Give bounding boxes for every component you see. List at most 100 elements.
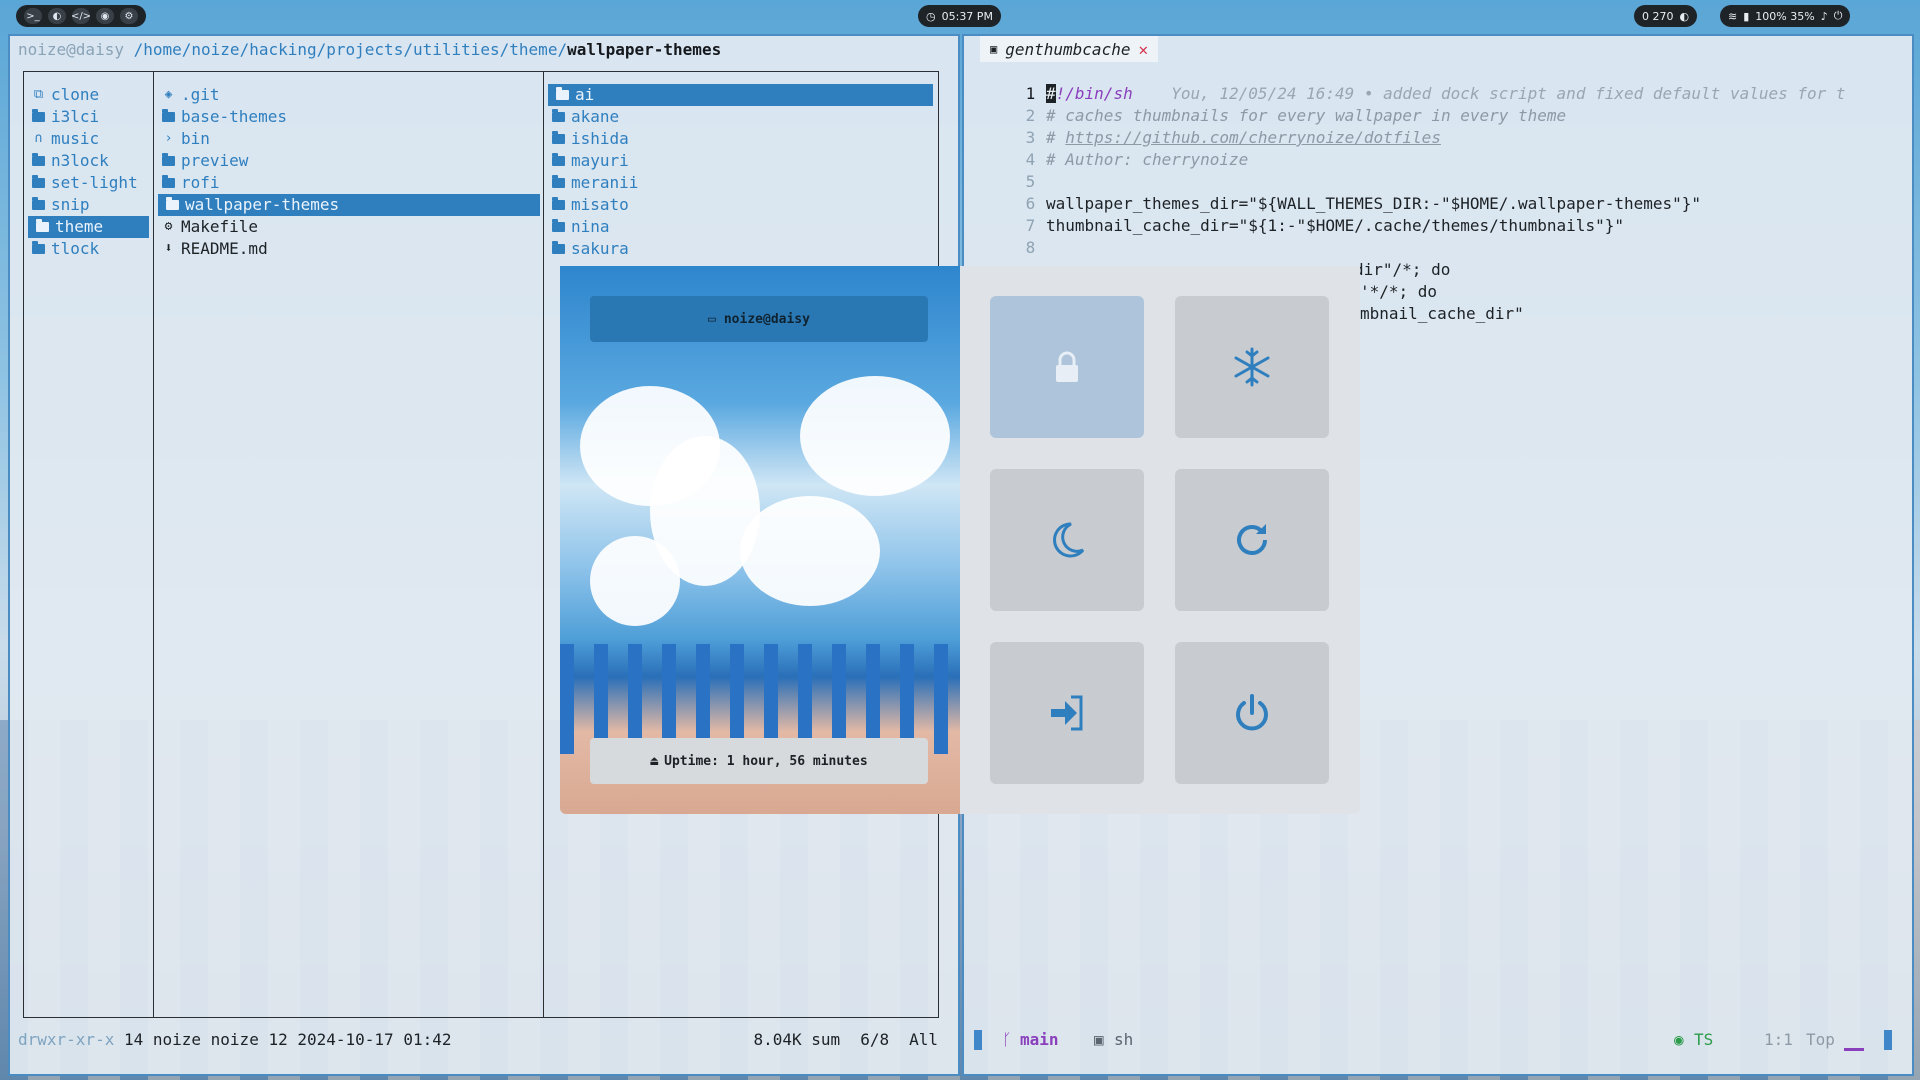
status-size: 8.04K sum <box>753 1030 841 1049</box>
folder-icon <box>552 131 565 144</box>
tab-title: genthumbcache <box>1005 39 1131 59</box>
power-menu: ▭ noize@daisy ⏏ Uptime: 1 hour, 56 minut… <box>560 266 1360 814</box>
close-icon[interactable]: ✕ <box>1138 40 1148 59</box>
code-line: dir"/*; do <box>1354 260 1451 279</box>
list-item[interactable]: ⚙ Makefile <box>154 216 544 238</box>
folder-icon <box>552 153 565 166</box>
clock-text: 05:37 PM <box>941 9 993 23</box>
folder-icon <box>32 241 45 254</box>
list-item[interactable]: ⬇ README.md <box>154 238 544 260</box>
battery-icon: ▮ <box>1743 9 1750 23</box>
line-number: 6 <box>1025 194 1036 213</box>
line-number: 8 <box>1025 238 1036 257</box>
line-number: 4 <box>1025 150 1036 169</box>
treesitter-status: TS <box>1694 1030 1714 1049</box>
list-item-selected[interactable]: theme <box>28 216 149 238</box>
list-item[interactable]: set-light <box>24 172 153 194</box>
code-line: wallpaper_themes_dir="${WALL_THEMES_DIR:… <box>1046 194 1702 213</box>
editor-statusline: ᚴ main ▣ sh ◉ TS 1:1 Top <box>974 1030 1894 1052</box>
list-item[interactable]: ∩ music <box>24 128 153 150</box>
terminal-icon[interactable]: >_ <box>24 8 42 24</box>
list-item-selected[interactable]: ai <box>548 84 933 106</box>
user-card: ▭ noize@daisy <box>590 296 928 342</box>
suspend-button[interactable] <box>990 469 1144 611</box>
folder-icon <box>162 109 175 122</box>
folder-icon <box>552 109 565 122</box>
line-number: 2 <box>1025 106 1036 125</box>
headphones-icon: ∩ <box>34 131 43 146</box>
scroll-position: Top <box>1806 1030 1835 1049</box>
list-item[interactable]: snip <box>24 194 153 216</box>
tab-genthumbcache[interactable]: ▣ genthumbcache ✕ <box>980 36 1159 62</box>
list-item[interactable]: › bin <box>154 128 544 150</box>
workspace-switcher[interactable]: >_ ◐ </> ◉ ⚙ <box>16 5 146 27</box>
chat-icon[interactable]: ◉ <box>96 8 114 24</box>
moon-icon[interactable]: ◐ <box>48 8 66 24</box>
list-item[interactable]: base-themes <box>154 106 544 128</box>
power-icon[interactable]: ⏻ <box>1834 9 1843 23</box>
power-icon <box>1236 694 1268 731</box>
list-item-selected[interactable]: wallpaper-themes <box>158 194 540 216</box>
folder-icon <box>556 87 569 100</box>
branch-icon: ᚴ <box>1002 1030 1012 1049</box>
code-icon[interactable]: </> <box>71 8 91 24</box>
list-item[interactable]: sakura <box>544 238 937 260</box>
freeze-icon <box>1234 347 1270 387</box>
logout-button[interactable] <box>990 642 1144 784</box>
list-item[interactable]: misato <box>544 194 937 216</box>
line-number: 5 <box>1025 172 1036 191</box>
folder-icon <box>552 241 565 254</box>
wifi-icon[interactable]: ≋ <box>1728 10 1737 23</box>
copy-icon: ⧉ <box>33 87 44 102</box>
treesitter-icon: ◉ <box>1674 1030 1684 1049</box>
list-item[interactable]: akane <box>544 106 937 128</box>
folder-icon <box>32 153 45 166</box>
line-number: 1 <box>1025 84 1036 103</box>
reboot-button[interactable] <box>1175 469 1329 611</box>
shutdown-button[interactable] <box>1175 642 1329 784</box>
top-bar: >_ ◐ </> ◉ ⚙ ◷ 05:37 PM 0 270 ◐ ≋ ▮ 100%… <box>0 0 1920 32</box>
status-info: 14 noize noize 12 2024-10-17 01:42 <box>114 1030 452 1049</box>
list-item[interactable]: ishida <box>544 128 937 150</box>
mode-indicator-right <box>1884 1030 1892 1050</box>
list-item[interactable]: n3lock <box>24 150 153 172</box>
list-item[interactable]: nina <box>544 216 937 238</box>
code-line: # caches thumbnails for every wallpaper … <box>1046 106 1567 125</box>
list-item[interactable]: ◈ .git <box>154 84 544 106</box>
reboot-icon <box>1237 524 1267 555</box>
cursor-position: 1:1 <box>1764 1030 1793 1049</box>
line-number: 7 <box>1025 216 1036 235</box>
git-branch: main <box>1020 1030 1059 1049</box>
folder-icon <box>162 153 175 166</box>
path-dir: /home/noize/hacking/projects/utilities/t… <box>123 40 568 59</box>
gear-icon[interactable]: ⚙ <box>120 8 138 24</box>
list-item[interactable]: i3lci <box>24 106 153 128</box>
list-item[interactable]: ⧉ clone <box>24 84 153 106</box>
uptime-card: ⏏ Uptime: 1 hour, 56 minutes <box>590 738 928 784</box>
mic-icon[interactable]: ♪ <box>1821 10 1828 23</box>
download-icon: ⬇ <box>164 241 173 256</box>
list-item[interactable]: preview <box>154 150 544 172</box>
parent-column: ⧉ clone i3lci ∩ music n3lock set-light sni… <box>24 72 153 1017</box>
terminal-icon: ▣ <box>1094 1030 1104 1049</box>
folder-icon <box>162 175 175 188</box>
terminal-icon: › <box>164 131 173 146</box>
power-menu-image: ▭ noize@daisy ⏏ Uptime: 1 hour, 56 minut… <box>560 266 960 814</box>
folder-icon <box>552 175 565 188</box>
list-item[interactable]: meranii <box>544 172 937 194</box>
freeze-button[interactable] <box>1175 296 1329 438</box>
suspend-icon <box>1053 522 1085 558</box>
notification-widget[interactable]: 0 270 ◐ <box>1634 5 1698 27</box>
list-item[interactable]: rofi <box>154 172 544 194</box>
clock-widget[interactable]: ◷ 05:37 PM <box>918 5 1001 27</box>
folder-icon <box>36 219 49 232</box>
code-line: mbnail_cache_dir" <box>1360 304 1524 323</box>
list-item[interactable]: tlock <box>24 238 153 260</box>
lock-button[interactable] <box>990 296 1144 438</box>
user-name: noize@daisy <box>723 311 810 327</box>
system-tray[interactable]: ≋ ▮ 100% 35% ♪ ⏻ <box>1720 5 1851 27</box>
code-link[interactable]: https://github.com/cherrynoize/dotfiles <box>1065 128 1441 147</box>
code-line: '*/*; do <box>1360 282 1438 301</box>
list-item[interactable]: mayuri <box>544 150 937 172</box>
folder-icon <box>32 175 45 188</box>
